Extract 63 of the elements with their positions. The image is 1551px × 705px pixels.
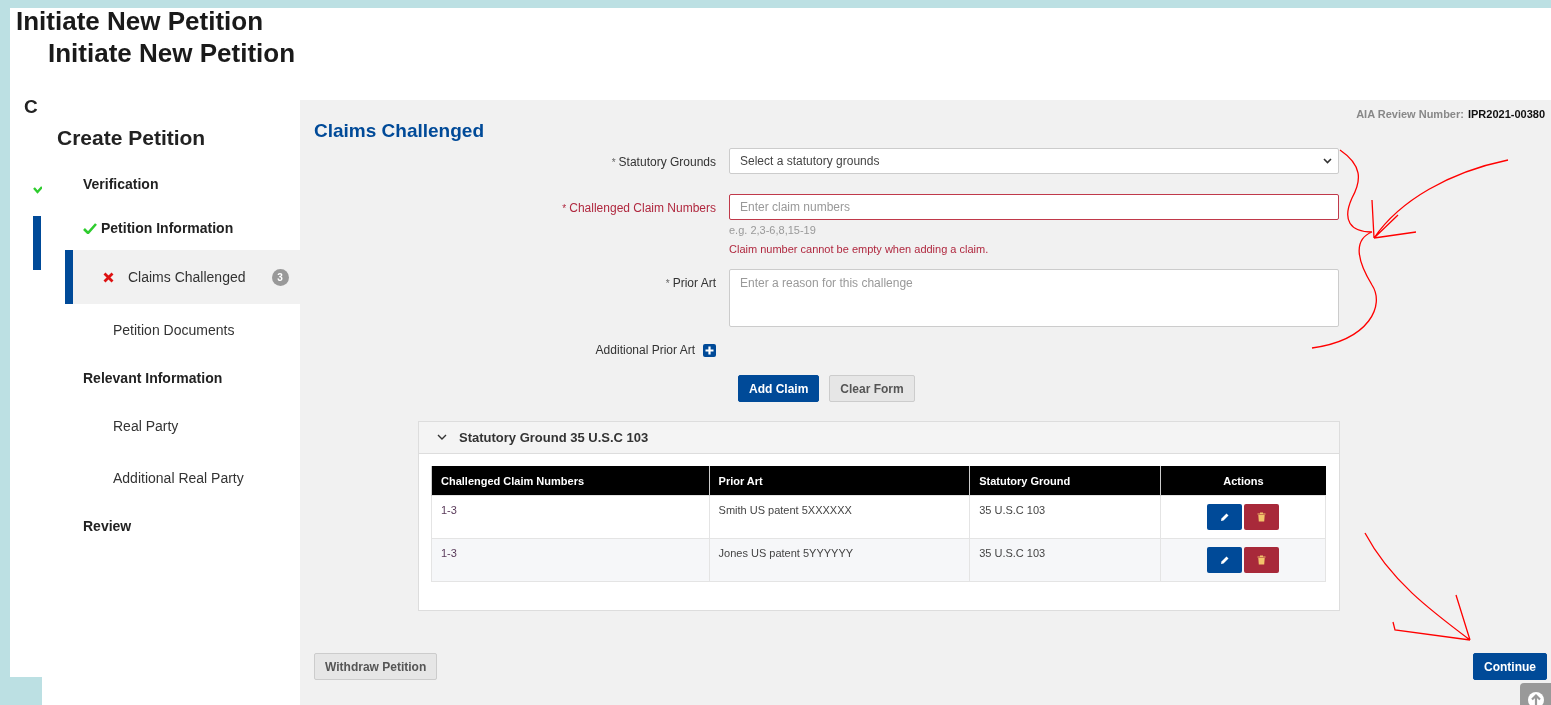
sidebar-item[interactable]: Real Party [42,400,300,452]
column-header: Actions [1160,466,1326,496]
page-title: Initiate New Petition [16,6,264,37]
column-header: Challenged Claim Numbers [431,466,710,496]
step-indicator [33,216,41,270]
table-cell: 1-3 [431,538,710,582]
sidebar-item[interactable]: Petition Information [42,206,300,250]
pencil-icon [1219,555,1230,565]
error-x-icon [103,271,114,283]
check-icon [83,222,97,234]
pencil-icon [1219,512,1230,522]
sidebar-item[interactable]: Verification [42,162,300,206]
section-title: Claims Challenged [314,120,485,142]
sidebar-item-label: Review [83,518,132,534]
arrow-up-icon [1526,691,1545,705]
column-header: Statutory Ground [969,466,1161,496]
field-label: * Challenged Claim Numbers [562,200,716,215]
chevron-icon [437,434,447,441]
sidebar-item-label: Additional Real Party [113,470,244,486]
sidebar-item-label: Verification [83,176,159,192]
trash-icon [1257,555,1267,565]
sidebar-item-label: Claims Challenged [128,269,246,285]
edit-button[interactable] [1207,547,1243,573]
form-button[interactable]: Add Claim [738,375,820,402]
column-header: Prior Art [709,466,970,496]
delete-button[interactable] [1244,547,1280,573]
count-badge: 3 [271,268,289,286]
sidebar-item-label: Petition Information [101,220,234,236]
sidebar-item-label: Relevant Information [83,370,223,386]
sidebar-item-label: Real Party [113,418,179,434]
form-button[interactable]: Clear Form [829,375,915,402]
error-message: Claim number cannot be empty when adding a claim. [729,243,990,255]
review-number-label: AIA Review Number: [1356,108,1464,120]
sidebar-item[interactable]: Relevant Information [42,356,300,400]
hint-text: e.g. 2,3-6,8,15-19 [729,224,817,236]
sidebar-title: Create Petition [57,126,207,150]
table-cell: 35 U.S.C 103 [969,538,1161,582]
sidebar-item[interactable]: Claims Challenged 3 [65,250,300,304]
delete-button[interactable] [1244,504,1280,530]
trash-icon [1257,512,1267,522]
table-cell: Jones US patent 5YYYYYY [709,538,970,582]
panel-title: Statutory Ground 35 U.S.C 103 [459,430,649,445]
sidebar-item[interactable]: Additional Real Party [42,452,300,504]
panel-header[interactable]: Statutory Ground 35 U.S.C 103 [419,422,1339,454]
table-cell: Smith US patent 5XXXXXX [709,495,970,539]
field-label: * Statutory Grounds [611,154,716,169]
footer-button[interactable]: Continue [1473,653,1547,680]
sidebar-item[interactable]: Review [42,504,300,548]
clipped-heading: C [24,96,39,118]
field-label: * Prior Art [665,275,716,290]
add-icon[interactable] [703,343,716,357]
page-title: Initiate New Petition [48,38,296,69]
edit-button[interactable] [1207,504,1243,530]
table-cell: 1-3 [431,495,710,539]
footer-button[interactable]: Withdraw Petition [314,653,438,680]
chevron-down-icon [1323,158,1332,164]
review-number-value: IPR2021-00380 [1467,108,1545,120]
sidebar-item[interactable]: Petition Documents [42,304,300,356]
sidebar-item-label: Petition Documents [113,322,235,338]
additional-prior-art-label: Additional Prior Art [595,343,695,357]
table-cell: 35 U.S.C 103 [969,495,1161,539]
scroll-top-button[interactable] [1520,683,1551,705]
statutory-grounds-select[interactable]: Select a statutory grounds [729,148,1339,174]
